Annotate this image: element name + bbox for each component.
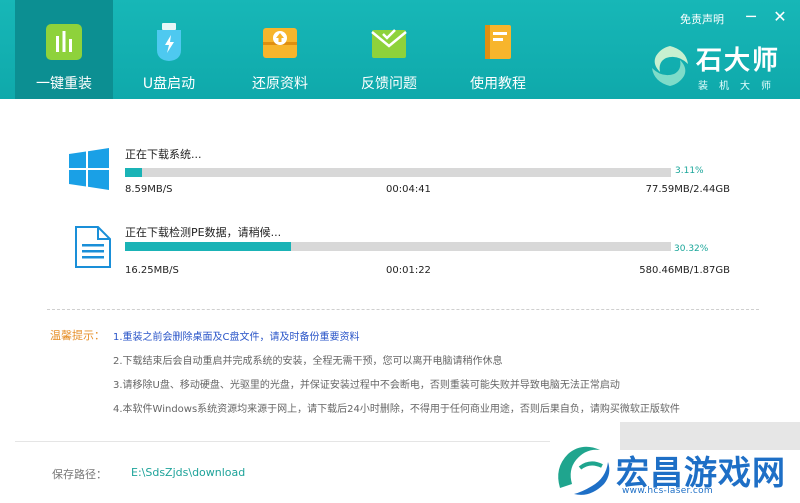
download-speed: 8.59MB/S <box>125 184 173 195</box>
disclaimer-link[interactable]: 免责声明 <box>680 11 724 27</box>
nav-tutorial[interactable]: 使用教程 <box>449 0 547 99</box>
download-speed: 16.25MB/S <box>125 265 179 276</box>
save-path-value[interactable]: E:\SdsZjds\download <box>131 466 245 479</box>
close-button[interactable]: ✕ <box>769 6 791 28</box>
tip-item: 1.重装之前会删除桌面及C盘文件，请及时备份重要资料 <box>113 332 360 343</box>
tip-item: 4.本软件Windows系统资源均来源于网上，请下载后24小时删除，不得用于任何… <box>113 404 680 415</box>
nav-label: U盘启动 <box>142 76 196 92</box>
brand-logo-icon <box>652 46 688 86</box>
nav-label: 使用教程 <box>470 76 526 92</box>
download-row-system: 正在下载系统... 3.11% 8.59MB/S 00:04:41 77.59M… <box>0 146 800 216</box>
document-icon <box>75 226 111 268</box>
download-row-pe: 正在下载检测PE数据，请稍候... 30.32% 16.25MB/S 00:01… <box>0 224 800 294</box>
download-time-remaining: 00:04:41 <box>386 184 431 195</box>
tip-item: 2.下载结束后会自动重启并完成系统的安装，全程无需干预，您可以离开电脑请稍作休息 <box>113 356 503 367</box>
minimize-button[interactable]: ─ <box>740 6 762 28</box>
nav-usb-boot[interactable]: U盘启动 <box>120 0 218 99</box>
dragon-logo-icon <box>558 446 610 495</box>
download-time-remaining: 00:01:22 <box>386 265 431 276</box>
nav-label: 反馈问题 <box>361 76 417 92</box>
footer-divider <box>15 441 550 442</box>
feedback-envelope-icon <box>371 29 407 58</box>
save-path-label: 保存路径： <box>52 468 107 481</box>
top-header: 一键重装 U盘启动 还原资料 反馈问题 使用教程 免责声明 ─ ✕ 石大师 装机… <box>0 0 800 99</box>
nav-one-click-reinstall[interactable]: 一键重装 <box>15 0 113 99</box>
usb-drive-icon <box>157 23 181 61</box>
progress-fill <box>125 168 142 177</box>
progress-bar <box>125 168 671 177</box>
nav-label: 还原资料 <box>252 76 308 92</box>
brand-subtitle: 装机大师 <box>698 81 782 92</box>
progress-percent: 3.11% <box>675 166 704 176</box>
brand-logo: 石大师 装机大师 <box>648 40 796 92</box>
tips-label: 温馨提示： <box>50 329 105 342</box>
watermark: 宏昌游戏网 www.hcs-laser.com <box>550 422 800 503</box>
nav-restore-data[interactable]: 还原资料 <box>231 0 329 99</box>
progress-fill <box>125 242 291 251</box>
brand-title: 石大师 <box>696 46 781 76</box>
download-size: 580.46MB/1.87GB <box>639 265 730 276</box>
watermark-url: www.hcs-laser.com <box>622 486 714 496</box>
dashed-divider <box>47 309 759 310</box>
restore-box-icon <box>263 28 297 58</box>
nav-label: 一键重装 <box>36 76 92 92</box>
chart-bars-icon <box>46 24 82 60</box>
tip-item: 3.请移除U盘、移动硬盘、光驱里的光盘，并保证安装过程中不会断电，否则重装可能失… <box>113 380 620 391</box>
nav-feedback[interactable]: 反馈问题 <box>340 0 438 99</box>
progress-bar <box>125 242 671 251</box>
download-title: 正在下载检测PE数据，请稍候... <box>125 226 282 239</box>
download-title: 正在下载系统... <box>125 148 202 161</box>
book-icon <box>485 25 511 59</box>
progress-percent: 30.32% <box>674 244 709 254</box>
download-size: 77.59MB/2.44GB <box>645 184 730 195</box>
windows-logo-icon <box>69 148 109 190</box>
